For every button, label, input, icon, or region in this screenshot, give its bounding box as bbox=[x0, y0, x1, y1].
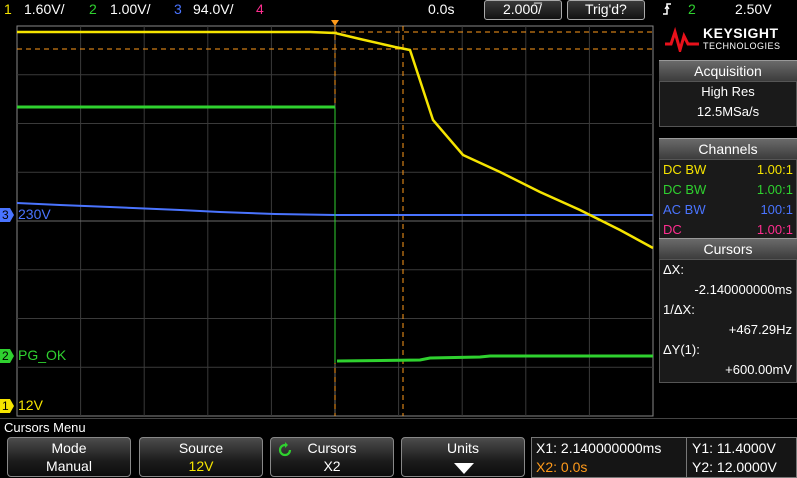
ch3-probe: 100:1 bbox=[760, 202, 793, 217]
ch3-ground-label: 3 bbox=[2, 208, 9, 222]
acquisition-header: Acquisition bbox=[659, 60, 797, 81]
ch3-marker-label: 230V bbox=[18, 206, 51, 222]
trigger-status-box[interactable]: Trig'd? bbox=[567, 0, 645, 20]
x2-readout: X2: 0.0s bbox=[536, 459, 588, 475]
ch2-probe: 1.00:1 bbox=[756, 182, 793, 197]
units-softkey-title: Units bbox=[447, 440, 479, 456]
channel-row-2: DC BW 1.00:1 bbox=[663, 180, 793, 200]
ch3-scale[interactable]: 94.0V/ bbox=[193, 1, 233, 17]
ch3-number[interactable]: 3 bbox=[174, 1, 182, 17]
inverse-delta-x-value: +467.29Hz bbox=[728, 322, 792, 337]
timebase-box[interactable]: 2.000̅/ bbox=[484, 0, 562, 20]
trigger-level[interactable]: 2.50V bbox=[735, 1, 772, 17]
ch4-number[interactable]: 4 bbox=[256, 1, 264, 17]
cursors-box: ΔX: -2.140000000ms 1/ΔX: +467.29Hz ΔY(1)… bbox=[659, 259, 797, 383]
sample-rate: 12.5MSa/s bbox=[696, 104, 760, 119]
ch1-marker-label: 12V bbox=[18, 397, 43, 413]
delta-x-value: -2.140000000ms bbox=[694, 282, 792, 297]
ch2-coupling: DC BW bbox=[663, 182, 707, 197]
y2-readout: Y2: 12.0000V bbox=[692, 459, 777, 475]
channels-header: Channels bbox=[659, 138, 797, 159]
channel-row-3: AC BW 100:1 bbox=[663, 200, 793, 220]
info-panel: KEYSIGHT TECHNOLOGIES Acquisition High R… bbox=[659, 20, 797, 418]
delta-y-label: ΔY(1): bbox=[663, 342, 700, 357]
acquisition-box: High Res 12.5MSa/s bbox=[659, 81, 797, 127]
ch2-number[interactable]: 2 bbox=[89, 1, 97, 17]
ch4-coupling: DC bbox=[663, 222, 682, 237]
submenu-arrow-icon bbox=[454, 462, 474, 478]
mode-softkey-value: Manual bbox=[46, 458, 92, 474]
source-softkey-value: 12V bbox=[188, 458, 214, 474]
ch1-coupling: DC BW bbox=[663, 162, 707, 177]
delta-x-label: ΔX: bbox=[663, 262, 684, 277]
ch1-ground-label: 1 bbox=[2, 399, 9, 413]
x1-readout: X1: 2.140000000ms bbox=[536, 440, 662, 456]
units-softkey[interactable]: Units bbox=[401, 437, 525, 477]
delta-y-value: +600.00mV bbox=[725, 362, 792, 377]
ch1-number[interactable]: 1 bbox=[4, 1, 12, 17]
ch3-coupling: AC BW bbox=[663, 202, 706, 217]
menu-title: Cursors Menu bbox=[0, 418, 797, 436]
channel-row-1: DC BW 1.00:1 bbox=[663, 160, 793, 180]
ch2-marker-label: PG_OK bbox=[18, 347, 67, 363]
ch1-scale[interactable]: 1.60V/ bbox=[24, 1, 64, 17]
trigger-edge-icon bbox=[660, 0, 674, 21]
channels-box: DC BW 1.00:1 DC BW 1.00:1 AC BW 100:1 DC… bbox=[659, 159, 797, 243]
trigger-status: Trig'd? bbox=[585, 1, 627, 17]
status-bar: 1 1.60V/ 2 1.00V/ 3 94.0V/ 4 0.0s 2.000̅… bbox=[0, 0, 797, 20]
source-softkey-title: Source bbox=[178, 440, 224, 456]
cursors-header: Cursors bbox=[659, 238, 797, 259]
inverse-delta-x-label: 1/ΔX: bbox=[663, 302, 695, 317]
y1-readout: Y1: 11.4000V bbox=[692, 440, 776, 456]
brand-name: KEYSIGHT bbox=[703, 25, 779, 41]
waveform-display[interactable]: 3 230V 2 PG_OK 1 12V bbox=[0, 20, 657, 418]
cursors-softkey-title: Cursors bbox=[307, 440, 357, 456]
ch2-ground-label: 2 bbox=[2, 349, 9, 363]
source-softkey[interactable]: Source 12V bbox=[139, 437, 263, 477]
channel-row-4: DC 1.00:1 bbox=[663, 220, 793, 240]
cursors-softkey[interactable]: Cursors X2 bbox=[270, 437, 394, 477]
timebase: 2.000̅/ bbox=[503, 1, 542, 17]
acquisition-mode: High Res bbox=[701, 84, 755, 99]
trigger-source[interactable]: 2 bbox=[688, 1, 696, 17]
brand-logo: KEYSIGHT TECHNOLOGIES bbox=[659, 20, 797, 58]
readout-divider bbox=[686, 438, 687, 477]
time-offset[interactable]: 0.0s bbox=[428, 1, 454, 17]
ch1-probe: 1.00:1 bbox=[756, 162, 793, 177]
ch4-probe: 1.00:1 bbox=[756, 222, 793, 237]
keysight-wave-icon bbox=[665, 26, 699, 52]
brand-subtitle: TECHNOLOGIES bbox=[703, 41, 781, 51]
mode-softkey-title: Mode bbox=[51, 440, 87, 456]
ch2-scale[interactable]: 1.00V/ bbox=[110, 1, 150, 17]
mode-softkey[interactable]: Mode Manual bbox=[7, 437, 131, 477]
cursor-readout: X1: 2.140000000ms X2: 0.0s Y1: 11.4000V … bbox=[531, 437, 797, 478]
waveform-svg bbox=[0, 20, 657, 418]
cursors-softkey-value: X2 bbox=[323, 458, 341, 474]
